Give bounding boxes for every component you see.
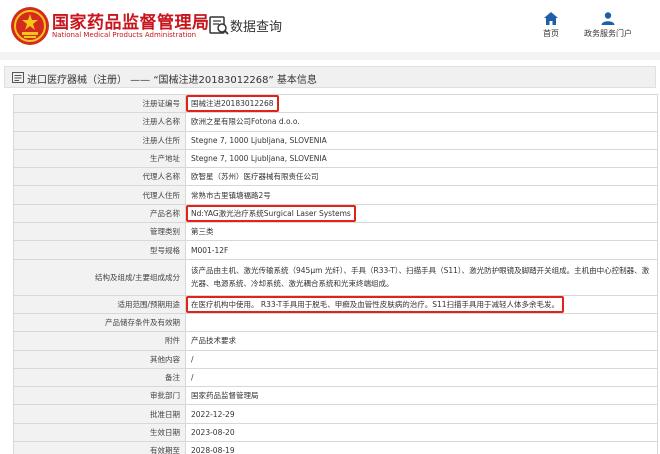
site-subtitle: National Medical Products Administration [52, 31, 197, 39]
breadcrumb: 进口医疗器械（注册） —— “国械注进20183012268” 基本信息 [4, 66, 656, 88]
table-row: 注册人名称 欧洲之星有限公司Fotona d.o.o. [13, 112, 658, 132]
table-row: 型号规格 M001-12F [13, 240, 658, 260]
row-value-cell: 该产品由主机、激光传输系统（945μm 光纤）、手具（R33-T）、扫描手具（S… [185, 258, 658, 296]
table-row: 注册人住所 Stegne 7, 1000 Ljubljana, SLOVENIA [13, 130, 658, 150]
table-row: 注册证编号 国械注进20183012268 [13, 93, 658, 114]
table-row: 产品名称 Nd:YAG激光治疗系统Surgical Laser Systems [13, 203, 658, 224]
highlighted-value: 在医疗机构中使用。 R33-T手具用于脱毛、甲癣及血管性皮肤病的治疗。S11扫描… [186, 296, 565, 313]
row-label: 结构及组成/主要组成成分 [13, 258, 186, 296]
row-value: / [191, 373, 194, 382]
table-row: 其他内容 / [13, 349, 658, 369]
row-label: 注册人住所 [13, 130, 186, 150]
row-value-cell: M001-12F [185, 240, 658, 260]
row-label: 有效期至 [13, 441, 186, 454]
row-value: 2028-08-19 [191, 446, 235, 454]
highlighted-value: 国械注进20183012268 [186, 95, 279, 112]
table-row: 有效期至 2028-08-19 [13, 441, 658, 454]
highlighted-value: Nd:YAG激光治疗系统Surgical Laser Systems [186, 205, 356, 222]
row-value-cell: 在医疗机构中使用。 R33-T手具用于脱毛、甲癣及血管性皮肤病的治疗。S11扫描… [185, 294, 658, 314]
row-value: 2022-12-29 [191, 409, 235, 419]
data-query-icon [209, 16, 229, 35]
row-label: 生效日期 [13, 422, 186, 443]
header-divider [0, 52, 660, 60]
row-label: 批准日期 [13, 404, 186, 424]
row-label: 其他内容 [13, 349, 186, 369]
row-value: Stegne 7, 1000 Ljubljana, SLOVENIA [191, 154, 327, 164]
row-value-cell: 常熟市古里镇塘福路2号 [185, 185, 658, 205]
site-title: 国家药品监督管理局 [52, 13, 210, 33]
nav-service-portal[interactable]: 政务服务门户 [580, 12, 636, 39]
row-label: 附件 [13, 331, 186, 351]
row-value-cell: 欧洲之星有限公司Fotona d.o.o. [185, 112, 658, 132]
row-label: 管理类别 [13, 222, 186, 242]
row-value-cell: 产品技术要求 [185, 331, 658, 351]
site-header: 国家药品监督管理局 National Medical Products Admi… [0, 0, 660, 52]
table-row: 备注 / [13, 367, 658, 388]
table-row: 产品储存条件及有效期 [13, 312, 658, 333]
registration-detail-table: 注册证编号 国械注进20183012268 注册人名称 欧洲之星有限公司Fotona … [13, 93, 658, 454]
row-label: 产品名称 [13, 203, 186, 224]
row-label: 注册人名称 [13, 112, 186, 132]
table-row: 代理人住所 常熟市古里镇塘福路2号 [13, 185, 658, 205]
row-value: / [191, 354, 194, 364]
row-value: 第三类 [191, 227, 214, 237]
row-value-cell: 第三类 [185, 222, 658, 242]
table-row: 适用范围/预期用途 在医疗机构中使用。 R33-T手具用于脱毛、甲癣及血管性皮肤病… [13, 294, 658, 314]
table-row: 管理类别 第三类 [13, 222, 658, 242]
row-value: Stegne 7, 1000 Ljubljana, SLOVENIA [191, 135, 327, 145]
row-label: 生产地址 [13, 148, 186, 169]
row-label: 产品储存条件及有效期 [13, 312, 186, 333]
row-value-cell: 2028-08-19 [185, 441, 658, 454]
row-value: 产品技术要求 [191, 336, 236, 346]
row-label: 代理人名称 [13, 167, 186, 187]
row-value: 2023-08-20 [191, 427, 235, 437]
row-value-cell: 2023-08-20 [185, 422, 658, 443]
nav-home-label: 首页 [543, 29, 559, 38]
document-icon [12, 72, 24, 83]
row-value-cell: 国家药品监督管理局 [185, 386, 658, 406]
row-value-cell: Nd:YAG激光治疗系统Surgical Laser Systems [185, 203, 658, 224]
row-value-cell [185, 312, 658, 333]
row-label: 注册证编号 [13, 93, 186, 114]
breadcrumb-text: 进口医疗器械（注册） —— “国械注进20183012268” 基本信息 [27, 75, 317, 86]
row-label: 型号规格 [13, 240, 186, 260]
row-label: 审批部门 [13, 386, 186, 406]
table-row: 结构及组成/主要组成成分 该产品由主机、激光传输系统（945μm 光纤）、手具（R… [13, 258, 658, 296]
home-icon [544, 12, 558, 25]
row-value-cell: Stegne 7, 1000 Ljubljana, SLOVENIA [185, 148, 658, 169]
nav-home[interactable]: 首页 [536, 12, 566, 39]
table-row: 生效日期 2023-08-20 [13, 422, 658, 443]
user-icon [601, 12, 615, 25]
row-label: 适用范围/预期用途 [13, 294, 186, 314]
table-row: 附件 产品技术要求 [13, 331, 658, 351]
table-row: 生产地址 Stegne 7, 1000 Ljubljana, SLOVENIA [13, 148, 658, 169]
table-row: 批准日期 2022-12-29 [13, 404, 658, 424]
row-value: 常熟市古里镇塘福路2号 [191, 190, 271, 200]
row-value: M001-12F [191, 245, 229, 255]
row-value: 欧智星（苏州）医疗器械有限责任公司 [191, 172, 319, 182]
table-row: 代理人名称 欧智星（苏州）医疗器械有限责任公司 [13, 167, 658, 187]
row-label: 备注 [13, 367, 186, 388]
row-value: 国家药品监督管理局 [191, 391, 259, 401]
table-row: 审批部门 国家药品监督管理局 [13, 386, 658, 406]
row-value-cell: / [185, 349, 658, 369]
row-value-cell: Stegne 7, 1000 Ljubljana, SLOVENIA [185, 130, 658, 150]
row-value-cell: / [185, 367, 658, 388]
row-value-cell: 欧智星（苏州）医疗器械有限责任公司 [185, 167, 658, 187]
nav-service-label: 政务服务门户 [584, 29, 632, 38]
row-value: 该产品由主机、激光传输系统（945μm 光纤）、手具（R33-T）、扫描手具（S… [191, 266, 650, 289]
row-value-cell: 2022-12-29 [185, 404, 658, 424]
national-emblem-icon [11, 7, 49, 45]
row-value-cell: 国械注进20183012268 [185, 93, 658, 114]
data-query-title: 数据查询 [230, 20, 283, 35]
row-label: 代理人住所 [13, 185, 186, 205]
row-value: 欧洲之星有限公司Fotona d.o.o. [191, 117, 300, 127]
